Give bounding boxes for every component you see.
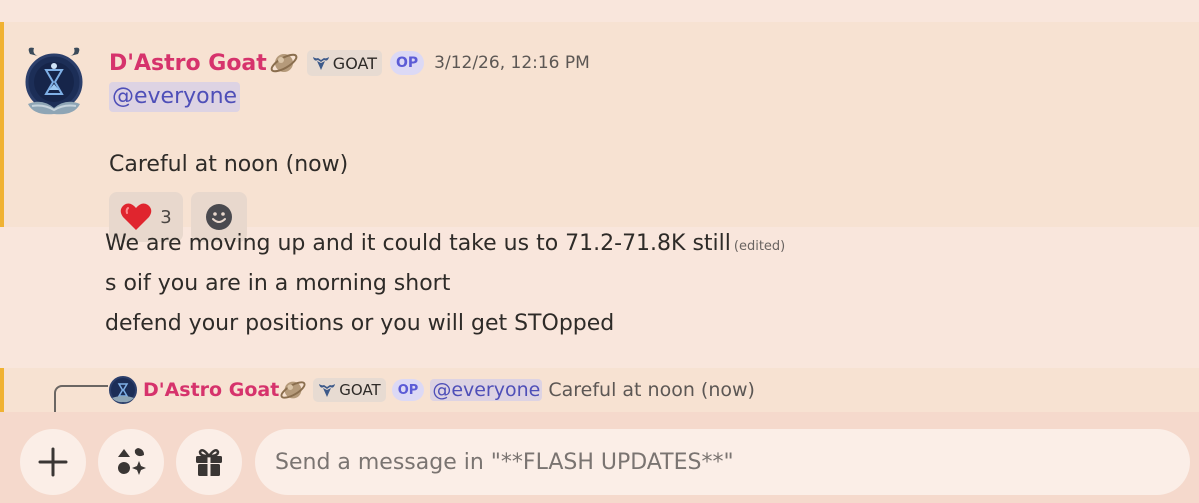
role-tag-label: GOAT [332, 53, 377, 73]
followup-message-2: s oif you are in a morning short [105, 271, 451, 296]
reply-row: D'Astro Goat GOAT OP @everyone Careful a… [109, 374, 755, 406]
reply-avatar[interactable] [109, 376, 137, 404]
red-heart-icon [120, 203, 152, 230]
gift-icon [196, 448, 222, 476]
mention-message[interactable]: D'Astro Goat GOAT OP 3/12/26, 12:16 PM @… [0, 22, 1199, 242]
followup-message-3: defend your positions or you will get ST… [105, 311, 615, 336]
planet-emoji-icon [269, 48, 299, 78]
role-tag[interactable]: GOAT [306, 50, 382, 76]
message-input[interactable] [275, 449, 1190, 475]
avatar[interactable] [22, 46, 86, 118]
goat-icon [319, 384, 336, 397]
message-header: D'Astro Goat GOAT OP 3/12/26, 12:16 PM [109, 48, 590, 78]
reply-author-name[interactable]: D'Astro Goat [143, 379, 279, 401]
reply-op-badge: OP [391, 379, 425, 401]
add-attachment-button[interactable] [20, 429, 86, 495]
reply-role-tag[interactable]: GOAT [313, 378, 386, 402]
goat-icon [312, 57, 329, 70]
apps-icon [118, 448, 146, 475]
timestamp: 3/12/26, 12:16 PM [434, 53, 590, 73]
author-name[interactable]: D'Astro Goat [109, 51, 267, 76]
composer-bar [0, 412, 1199, 503]
planet-emoji-icon [279, 376, 307, 404]
reply-spine [54, 385, 108, 415]
gift-button[interactable] [176, 429, 242, 495]
reaction-count: 3 [160, 206, 172, 228]
edited-label: (edited) [733, 239, 786, 254]
apps-button[interactable] [98, 429, 164, 495]
op-badge: OP [389, 51, 425, 75]
smiley-icon [206, 204, 232, 230]
followup-text-1: We are moving up and it could take us to… [105, 231, 731, 256]
message-input-container[interactable] [255, 429, 1190, 495]
chat-view: D'Astro Goat GOAT OP 3/12/26, 12:16 PM @… [0, 0, 1199, 503]
reply-everyone-mention[interactable]: @everyone [430, 379, 543, 401]
plus-icon [38, 447, 68, 477]
message-text: Careful at noon (now) [109, 152, 349, 177]
reply-role-tag-label: GOAT [339, 381, 381, 399]
followup-message-1: We are moving up and it could take us to… [105, 229, 785, 262]
reply-preview[interactable]: D'Astro Goat GOAT OP @everyone Careful a… [0, 368, 1199, 415]
reply-text: Careful at noon (now) [548, 379, 755, 401]
everyone-mention[interactable]: @everyone [109, 82, 241, 112]
